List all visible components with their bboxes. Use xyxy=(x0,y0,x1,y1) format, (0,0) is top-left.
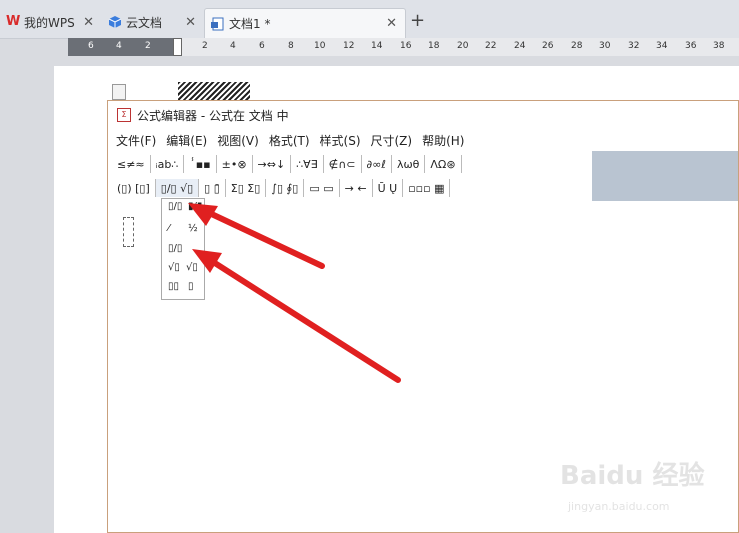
ruler-tick: 22 xyxy=(485,41,497,51)
toolbar-empty-area xyxy=(592,151,738,201)
close-icon[interactable]: ✕ xyxy=(185,15,196,30)
tab-cloud-docs[interactable]: 云文档 ✕ xyxy=(108,9,204,35)
ruler-tick: 34 xyxy=(656,41,668,51)
ruler-tick: 26 xyxy=(542,41,554,51)
symbol-palette-row: ≤≠≈ ᵢab∴ ⸯ▪▪ ±•⊗ →⇔↓ ∴∀∃ ∉∩⊂ ∂∞ℓ λωθ ΛΩ⊛ xyxy=(112,152,462,176)
fraction-radical-dropdown: ▯/▯ ▮/▮ ⁄ ½ ▯/▯ √▯ √▯ ▯▯ ▯ xyxy=(161,198,205,300)
watermark: Baidu 经验 xyxy=(560,461,705,491)
ruler-tick: 14 xyxy=(371,41,383,51)
new-tab-button[interactable]: + xyxy=(410,10,425,31)
cloud-cube-icon xyxy=(108,15,122,29)
tab-bar: W 我的WPS ✕ 云文档 ✕ 文档1 * ✕ + xyxy=(0,0,739,39)
tab-document1[interactable]: 文档1 * ✕ xyxy=(204,8,406,38)
logic-palette-button[interactable]: ∴∀∃ xyxy=(291,155,324,173)
editor-title-bar: Σ 公式编辑器 - 公式在 文档 中 xyxy=(108,101,738,129)
ruler-tick: 4 xyxy=(230,41,236,51)
editor-title: 公式编辑器 - 公式在 文档 中 xyxy=(137,108,289,123)
long-division-alt-option[interactable]: ▯ xyxy=(188,281,194,292)
close-icon[interactable]: ✕ xyxy=(386,16,397,31)
embellishments-palette-button[interactable]: ⸯ▪▪ xyxy=(184,155,217,173)
menu-size[interactable]: 尺寸(Z) xyxy=(371,132,413,149)
horizontal-ruler[interactable]: 6 4 2 2 4 6 8 10 12 14 16 18 20 22 24 26… xyxy=(68,38,739,56)
watermark-url: jingyan.baidu.com xyxy=(568,500,670,513)
ruler-tick: 20 xyxy=(457,41,469,51)
operators-palette-button[interactable]: ±•⊗ xyxy=(217,155,253,173)
ruler-tick: 32 xyxy=(628,41,640,51)
ruler-text-area: 2 4 6 8 10 12 14 16 18 20 22 24 26 28 30… xyxy=(178,38,739,56)
fence-templates-button[interactable]: (▯) [▯] xyxy=(112,179,156,197)
wps-logo-icon: W xyxy=(6,14,21,29)
tab-label: 我的WPS xyxy=(24,15,75,30)
ruler-tick: 28 xyxy=(571,41,583,51)
equation-app-icon: Σ xyxy=(117,108,131,122)
symbol-toolbar: ≤≠≈ ᵢab∴ ⸯ▪▪ ±•⊗ →⇔↓ ∴∀∃ ∉∩⊂ ∂∞ℓ λωθ ΛΩ⊛… xyxy=(108,151,738,201)
slash-fraction-option[interactable]: ⁄ xyxy=(168,223,170,234)
editor-menu-bar: 文件(F) 编辑(E) 视图(V) 格式(T) 样式(S) 尺寸(Z) 帮助(H… xyxy=(108,130,738,150)
menu-file[interactable]: 文件(F) xyxy=(116,132,156,149)
equation-object-placeholder[interactable] xyxy=(178,82,250,100)
document-icon xyxy=(211,17,225,31)
long-division-option[interactable]: ▯▯ xyxy=(168,281,179,292)
close-icon[interactable]: ✕ xyxy=(83,15,94,30)
small-slash-fraction-option[interactable]: ½ xyxy=(188,223,198,234)
menu-edit[interactable]: 编辑(E) xyxy=(166,132,207,149)
ruler-tick: 12 xyxy=(343,41,355,51)
ruler-tick: 30 xyxy=(599,41,611,51)
underbar-overbar-templates-button[interactable]: ▭ ▭ xyxy=(304,179,340,197)
ruler-tick: 6 xyxy=(259,41,265,51)
matrix-templates-button[interactable]: ▫▫▫ ▦ xyxy=(403,179,451,197)
menu-view[interactable]: 视图(V) xyxy=(217,132,259,149)
ruler-tick: 2 xyxy=(145,41,151,51)
ruler-tick: 4 xyxy=(116,41,122,51)
ruler-tick: 16 xyxy=(400,41,412,51)
spaces-palette-button[interactable]: ᵢab∴ xyxy=(151,155,185,173)
inline-fraction-option[interactable]: ▯/▯ xyxy=(168,243,182,254)
ruler-tick: 18 xyxy=(428,41,440,51)
full-size-fraction-option[interactable]: ▯/▯ xyxy=(168,201,182,212)
square-root-option[interactable]: √▯ xyxy=(168,262,180,273)
menu-help[interactable]: 帮助(H) xyxy=(422,132,464,149)
left-margin xyxy=(0,56,54,533)
greek-lower-palette-button[interactable]: λωθ xyxy=(392,155,426,173)
ruler-tick: 8 xyxy=(288,41,294,51)
arrows-palette-button[interactable]: →⇔↓ xyxy=(253,155,292,173)
fraction-radical-templates-button[interactable]: ▯/▯ √▯ xyxy=(155,179,200,197)
subscript-templates-button[interactable]: ▯ ▯̄ xyxy=(199,179,226,197)
labeled-arrow-templates-button[interactable]: → ← xyxy=(340,179,373,197)
ruler-tick: 6 xyxy=(88,41,94,51)
menu-style[interactable]: 样式(S) xyxy=(320,132,361,149)
integral-templates-button[interactable]: ∫▯ ∮▯ xyxy=(266,179,305,197)
nth-root-option[interactable]: √▯ xyxy=(186,262,198,273)
tab-label: 文档1 * xyxy=(229,17,271,31)
set-theory-palette-button[interactable]: ∉∩⊂ xyxy=(324,155,362,173)
summation-templates-button[interactable]: Σ▯ Σ▯ xyxy=(226,179,267,197)
ruler-tick: 10 xyxy=(314,41,326,51)
document-icon xyxy=(112,84,126,100)
equation-input-slot[interactable] xyxy=(123,217,134,247)
tab-label: 云文档 xyxy=(126,15,163,30)
tab-my-wps[interactable]: W 我的WPS ✕ xyxy=(6,9,102,35)
products-templates-button[interactable]: Ū Ų xyxy=(373,179,404,197)
ruler-tick: 2 xyxy=(202,41,208,51)
greek-upper-palette-button[interactable]: ΛΩ⊛ xyxy=(425,155,462,173)
misc-symbols-palette-button[interactable]: ∂∞ℓ xyxy=(362,155,392,173)
ruler-tick: 36 xyxy=(685,41,697,51)
template-palette-row: (▯) [▯] ▯/▯ √▯ ▯ ▯̄ Σ▯ Σ▯ ∫▯ ∮▯ ▭ ▭ → ← … xyxy=(112,176,451,200)
ruler-tick: 24 xyxy=(514,41,526,51)
indent-marker-icon[interactable] xyxy=(173,38,182,56)
ruler-tick: 38 xyxy=(713,41,725,51)
menu-format[interactable]: 格式(T) xyxy=(269,132,310,149)
relations-palette-button[interactable]: ≤≠≈ xyxy=(112,155,151,173)
bold-fraction-option[interactable]: ▮/▮ xyxy=(188,201,202,212)
